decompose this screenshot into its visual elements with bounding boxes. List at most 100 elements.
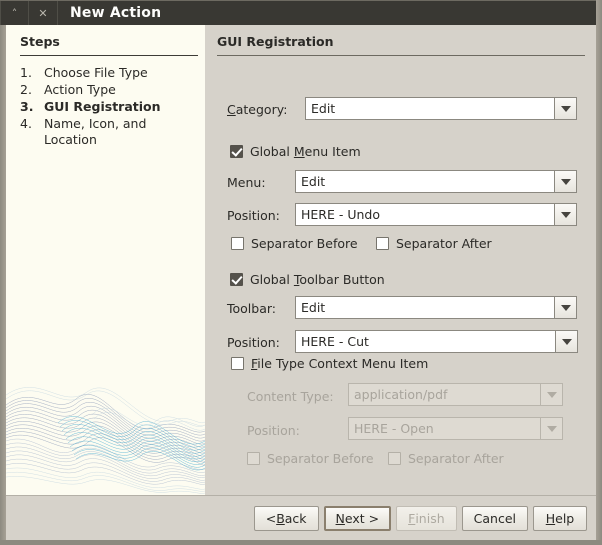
steps-list: 1. Choose File Type 2. Action Type 3. GU… — [20, 65, 200, 149]
step-label: Choose File Type — [44, 65, 148, 81]
finish-label-post: inish — [415, 511, 444, 526]
window-title: New Action — [70, 5, 161, 21]
global-menu-item-label-pre: Global — [250, 144, 294, 159]
file-type-context-menu-item-checkbox-row[interactable]: File Type Context Menu Item — [231, 354, 428, 372]
menu-separator-before-checkbox[interactable] — [231, 237, 244, 250]
chevron-down-icon[interactable] — [554, 171, 576, 192]
step-item-4: 4. Name, Icon, and Location — [20, 116, 200, 148]
menu-position-combobox[interactable]: HERE - Undo — [295, 203, 577, 226]
menu-separator-before-label: Separator Before — [251, 236, 358, 251]
step-item-2: 2. Action Type — [20, 82, 200, 98]
menu-combobox[interactable]: Edit — [295, 170, 577, 193]
toolbar-combobox[interactable]: Edit — [295, 296, 577, 319]
chevron-down-icon[interactable] — [540, 418, 562, 439]
category-label: Category: — [227, 98, 287, 120]
file-type-separator-after-checkbox[interactable] — [388, 452, 401, 465]
file-type-separator-before-label: Separator Before — [267, 451, 374, 466]
window-titlebar: ˄ ✕ New Action — [0, 0, 602, 25]
global-toolbar-button-checkbox[interactable] — [230, 273, 243, 286]
step-label: Action Type — [44, 82, 116, 98]
menu-label-text: Menu: — [227, 175, 266, 190]
step-label: GUI Registration — [44, 99, 161, 115]
back-label-pre: < — [266, 511, 276, 526]
window-frame-right — [596, 0, 602, 545]
chevron-down-icon[interactable] — [540, 384, 562, 405]
step-item-3-current: 3. GUI Registration — [20, 99, 200, 115]
global-menu-item-checkbox-row[interactable]: Global Menu Item — [230, 142, 361, 160]
cancel-button[interactable]: Cancel — [462, 506, 528, 531]
wizard-buttons: < Back Next > Finish Cancel Help — [254, 506, 587, 531]
chevron-down-icon[interactable] — [555, 331, 577, 352]
toolbar-position-label-text: Position: — [227, 335, 280, 350]
chevron-down-icon[interactable] — [554, 204, 576, 225]
step-number: 1. — [20, 65, 44, 81]
step-item-1: 1. Choose File Type — [20, 65, 200, 81]
file-type-separator-after-row[interactable]: Separator After — [388, 449, 504, 467]
content-type-combobox[interactable]: application/pdf — [348, 383, 563, 406]
steps-heading: Steps — [20, 34, 60, 49]
global-menu-item-label-mnemonic: M — [294, 144, 305, 159]
page-title: GUI Registration — [217, 34, 334, 49]
cancel-label-mnemonic: C — [474, 511, 483, 526]
content-type-label-text: Content Type: — [247, 389, 334, 404]
step-number: 3. — [20, 99, 44, 115]
menu-separator-after-label: Separator After — [396, 236, 492, 251]
menu-separator-after-row[interactable]: Separator After — [376, 234, 492, 252]
file-type-position-label-text: Position: — [247, 423, 300, 438]
menu-separator-after-checkbox[interactable] — [376, 237, 389, 250]
toolbar-position-value: HERE - Cut — [296, 331, 555, 352]
category-combobox[interactable]: Edit — [305, 97, 577, 120]
next-label-mnemonic: N — [336, 511, 345, 526]
menu-position-label-text: Position: — [227, 208, 280, 223]
file-type-position-value: HERE - Open — [349, 418, 540, 439]
file-type-separator-before-row[interactable]: Separator Before — [247, 449, 374, 467]
toolbar-label-text: Toolbar: — [227, 301, 276, 316]
file-type-context-menu-item-checkbox[interactable] — [231, 357, 244, 370]
gui-registration-panel: GUI Registration Category: Edit Global M… — [205, 25, 596, 495]
toolbar-value: Edit — [296, 297, 554, 318]
file-type-label-post: ile Type Context Menu Item — [257, 356, 428, 371]
minimize-icon[interactable]: ˄ — [0, 1, 29, 25]
step-number: 4. — [20, 116, 44, 132]
global-menu-item-label-post: enu Item — [305, 144, 361, 159]
menu-separator-before-row[interactable]: Separator Before — [231, 234, 358, 252]
menu-position-label: Position: — [227, 204, 280, 226]
toolbar-position-combobox[interactable]: HERE - Cut — [295, 330, 578, 353]
cancel-label-post: ancel — [482, 511, 516, 526]
step-label: Name, Icon, and Location — [44, 116, 194, 148]
page-title-divider — [217, 55, 585, 56]
chevron-down-icon[interactable] — [554, 297, 576, 318]
file-type-position-combobox[interactable]: HERE - Open — [348, 417, 563, 440]
global-menu-item-checkbox[interactable] — [230, 145, 243, 158]
help-label-mnemonic: H — [546, 511, 555, 526]
window-frame-bottom — [0, 540, 602, 545]
help-button[interactable]: Help — [533, 506, 587, 531]
wave-decoration-graphic — [6, 365, 205, 495]
back-button[interactable]: < Back — [254, 506, 319, 531]
next-button[interactable]: Next > — [324, 506, 392, 531]
menu-position-value: HERE - Undo — [296, 204, 554, 225]
toolbar-position-label: Position: — [227, 331, 280, 353]
global-toolbar-button-label-post: oolbar Button — [299, 272, 384, 287]
file-type-position-label: Position: — [247, 419, 300, 441]
global-toolbar-button-label-pre: Global — [250, 272, 294, 287]
category-value: Edit — [306, 98, 554, 119]
content-type-value: application/pdf — [349, 384, 540, 405]
toolbar-label: Toolbar: — [227, 297, 276, 319]
steps-panel: Steps 1. Choose File Type 2. Action Type… — [6, 25, 205, 495]
file-type-separator-after-label: Separator After — [408, 451, 504, 466]
menu-label: Menu: — [227, 171, 266, 193]
category-label-post: ategory: — [236, 102, 288, 117]
back-label-post: ack — [285, 511, 307, 526]
chevron-down-icon[interactable] — [554, 98, 576, 119]
footer-button-bar: < Back Next > Finish Cancel Help — [6, 497, 596, 540]
finish-label-mnemonic: F — [408, 511, 415, 526]
menu-value: Edit — [296, 171, 554, 192]
step-number: 2. — [20, 82, 44, 98]
help-label-post: elp — [555, 511, 574, 526]
close-icon[interactable]: ✕ — [29, 1, 58, 25]
global-toolbar-button-checkbox-row[interactable]: Global Toolbar Button — [230, 270, 385, 288]
category-label-mnemonic: C — [227, 102, 236, 117]
new-action-wizard-window: ˄ ✕ New Action Steps 1. Choose File Type… — [0, 0, 602, 545]
file-type-separator-before-checkbox[interactable] — [247, 452, 260, 465]
